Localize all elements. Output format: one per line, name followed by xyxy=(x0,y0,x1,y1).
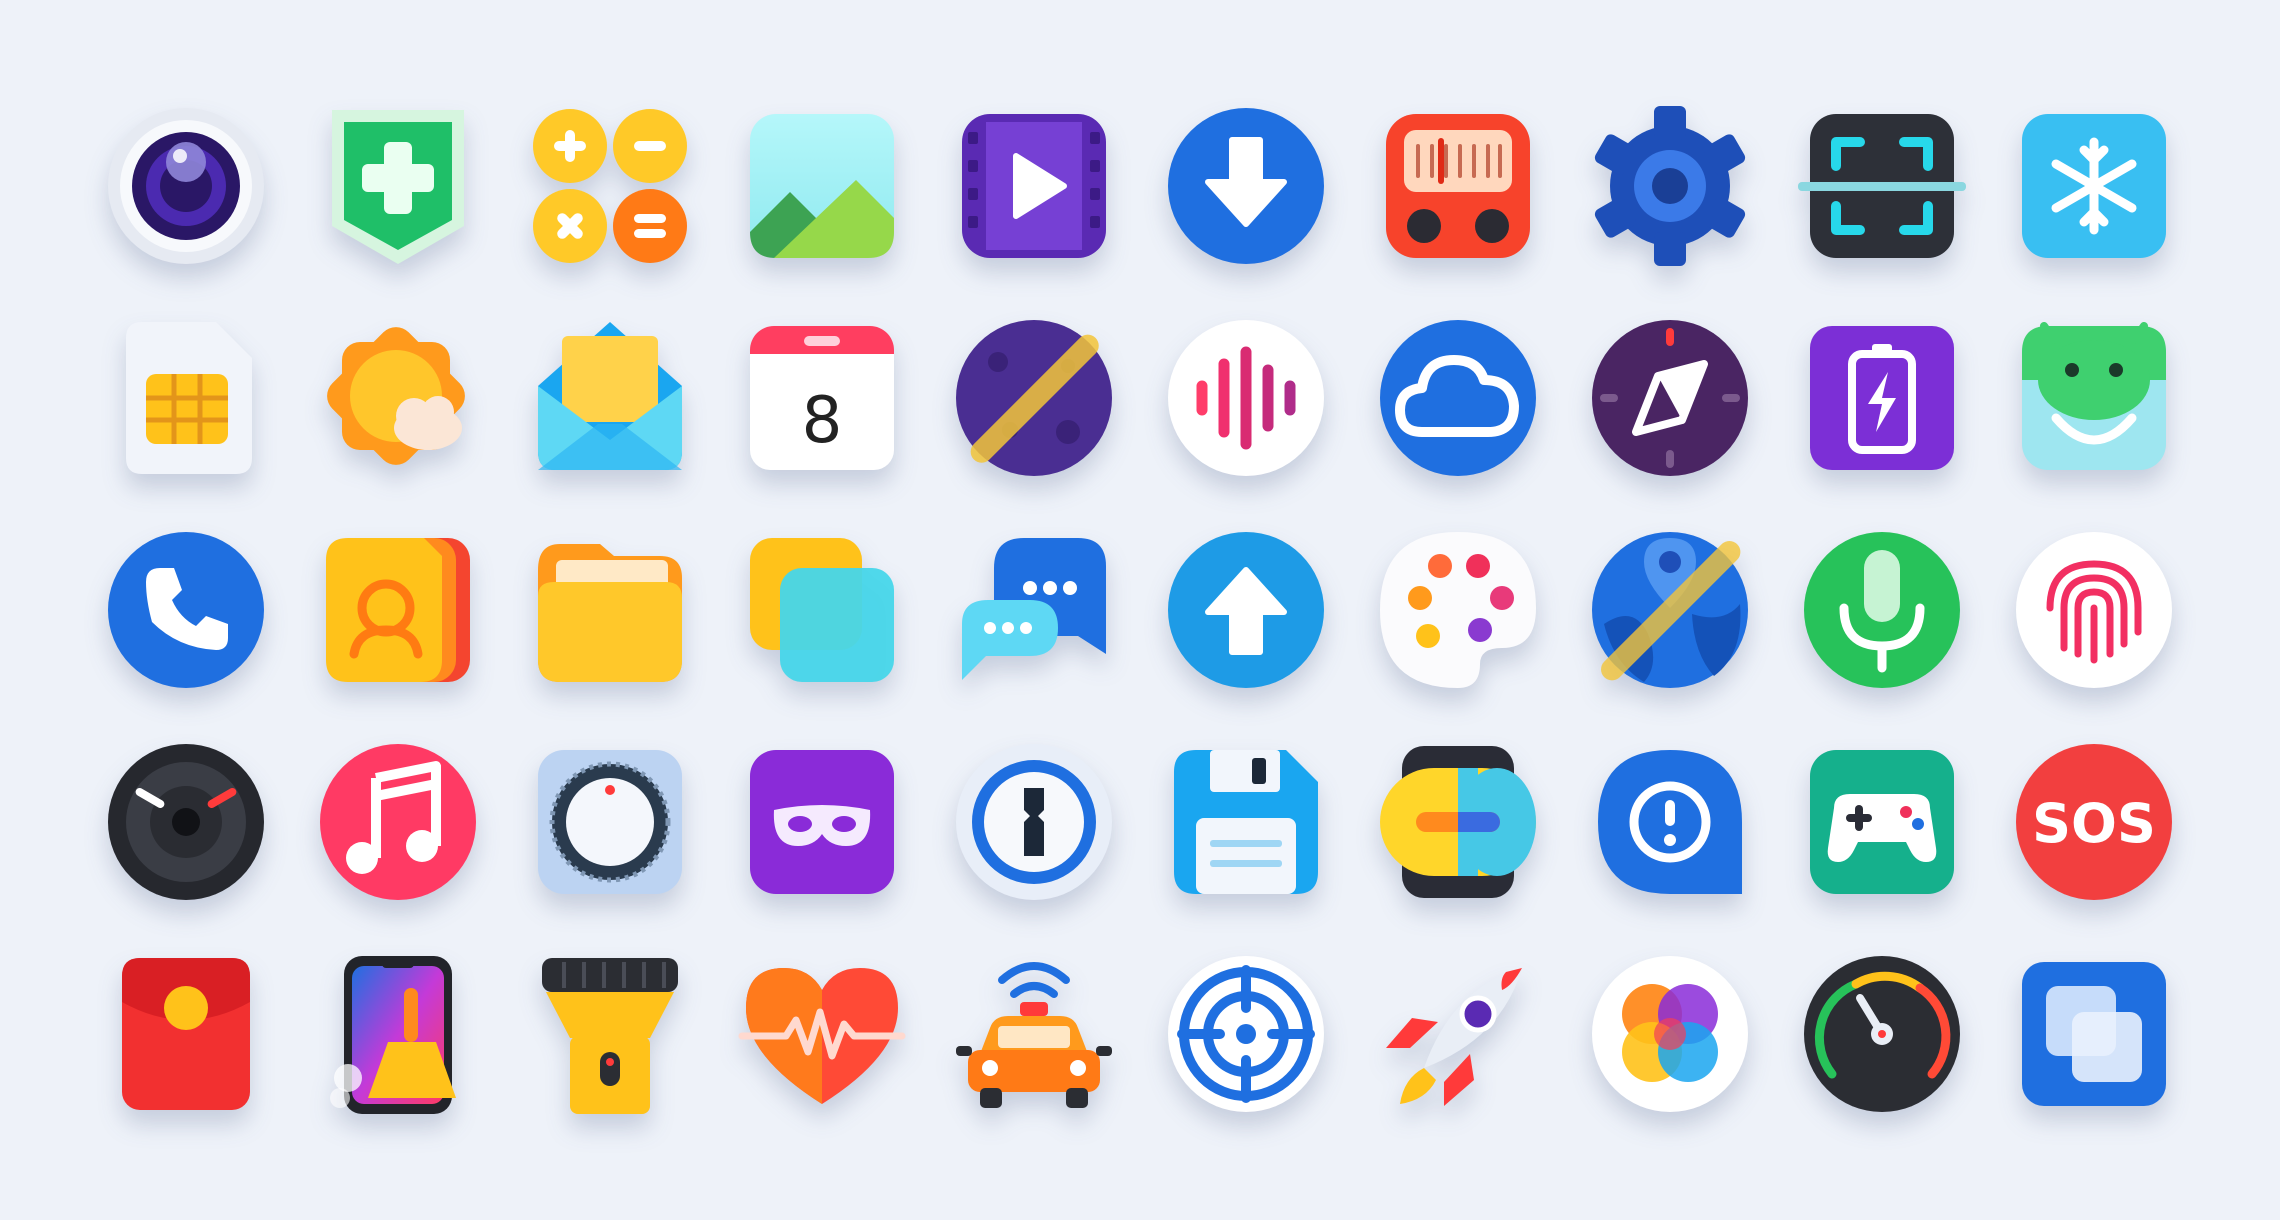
flashlight-icon[interactable] xyxy=(504,928,716,1140)
maps-icon[interactable] xyxy=(1564,504,1776,716)
settings-gear-icon[interactable] xyxy=(1564,80,1776,292)
compass-icon[interactable] xyxy=(1564,292,1776,504)
dual-apps-icon[interactable] xyxy=(716,504,928,716)
calendar-day-number: 8 xyxy=(802,384,843,458)
microphone-icon[interactable] xyxy=(1776,504,1988,716)
contacts-icon[interactable] xyxy=(292,504,504,716)
download-icon[interactable] xyxy=(1140,80,1352,292)
android-icon[interactable] xyxy=(1988,292,2200,504)
sos-emergency-icon[interactable]: SOS xyxy=(1988,716,2200,928)
phone-cleaner-icon[interactable] xyxy=(292,928,504,1140)
security-shield-icon[interactable] xyxy=(292,80,504,292)
file-manager-icon[interactable] xyxy=(504,504,716,716)
music-icon[interactable] xyxy=(292,716,504,928)
photos-icon[interactable] xyxy=(1564,928,1776,1140)
upload-icon[interactable] xyxy=(1140,504,1352,716)
email-icon[interactable] xyxy=(504,292,716,504)
sim-card-icon[interactable] xyxy=(80,292,292,504)
calculator-icon[interactable] xyxy=(504,80,716,292)
sos-label: SOS xyxy=(2032,792,2156,855)
messages-icon[interactable] xyxy=(928,504,1140,716)
save-floppy-icon[interactable] xyxy=(1140,716,1352,928)
camera-icon[interactable] xyxy=(80,80,292,292)
gallery-icon[interactable] xyxy=(716,80,928,292)
game-controller-icon[interactable] xyxy=(1776,716,1988,928)
theme-store-icon[interactable] xyxy=(928,292,1140,504)
video-player-icon[interactable] xyxy=(928,80,1140,292)
dial-knob-icon[interactable] xyxy=(504,716,716,928)
calendar-icon[interactable]: 8 xyxy=(716,292,928,504)
taxi-car-icon[interactable] xyxy=(928,928,1140,1140)
speedometer-icon[interactable] xyxy=(1776,928,1988,1140)
palette-icon[interactable] xyxy=(1352,504,1564,716)
voice-recorder-icon[interactable] xyxy=(1140,292,1352,504)
screen-recorder-icon[interactable] xyxy=(80,716,292,928)
rocket-boost-icon[interactable] xyxy=(1352,928,1564,1140)
fingerprint-icon[interactable] xyxy=(1988,504,2200,716)
freezer-icon[interactable] xyxy=(1988,80,2200,292)
scanner-icon[interactable] xyxy=(1776,80,1988,292)
phone-icon[interactable] xyxy=(80,504,292,716)
battery-icon[interactable] xyxy=(1776,292,1988,504)
icon-grid: 8 SOS xyxy=(0,0,2280,1220)
password-keyhole-icon[interactable] xyxy=(928,716,1140,928)
health-heart-icon[interactable] xyxy=(716,928,928,1140)
target-crosshair-icon[interactable] xyxy=(1140,928,1352,1140)
notice-alert-icon[interactable] xyxy=(1564,716,1776,928)
incognito-mask-icon[interactable] xyxy=(716,716,928,928)
weather-icon[interactable] xyxy=(292,292,504,504)
multi-window-icon[interactable] xyxy=(1988,928,2200,1140)
red-envelope-icon[interactable] xyxy=(80,928,292,1140)
cloud-icon[interactable] xyxy=(1352,292,1564,504)
switch-toggle-icon[interactable] xyxy=(1352,716,1564,928)
radio-icon[interactable] xyxy=(1352,80,1564,292)
